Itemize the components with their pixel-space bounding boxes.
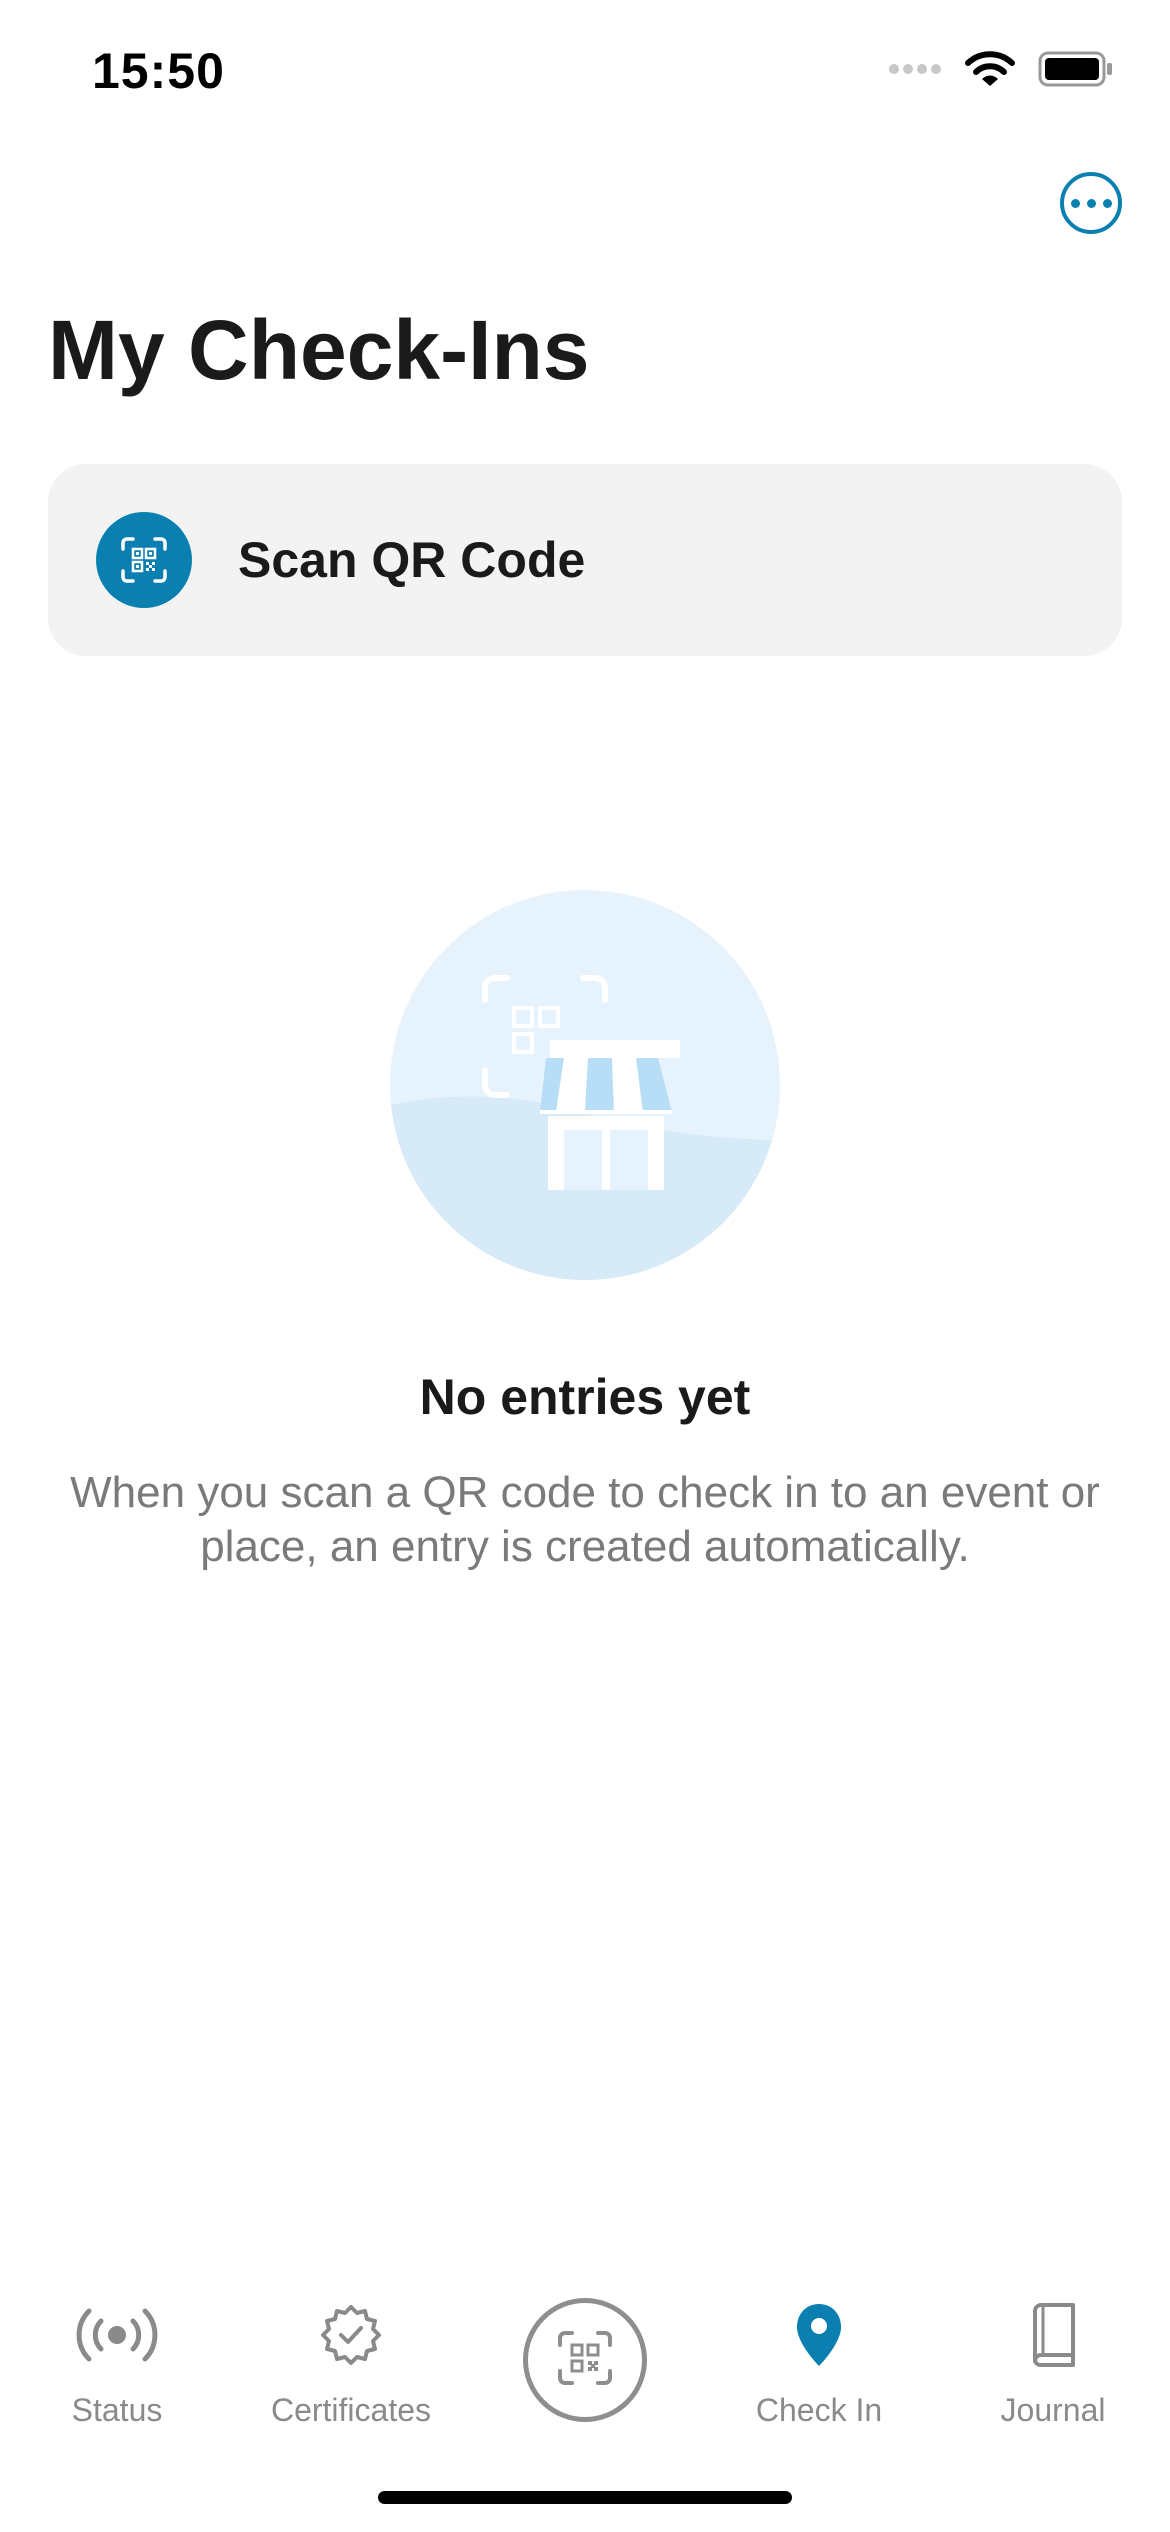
ellipsis-dot (1086, 198, 1096, 208)
battery-icon (1038, 51, 1114, 92)
tab-journal-label: Journal (1000, 2392, 1106, 2428)
tab-certificates-label: Certificates (270, 2392, 432, 2428)
tab-status-label: Status (71, 2392, 163, 2428)
scan-qr-code-label: Scan QR Code (238, 532, 586, 588)
broadcast-icon (75, 2300, 159, 2370)
check-ins-screen: 15:50 My Check-Ins Scan QR Code No entri… (0, 0, 1170, 2532)
empty-state-title: No entries yet (419, 1369, 751, 1425)
more-options-button[interactable] (1060, 172, 1122, 234)
qr-scan-icon (556, 2329, 614, 2392)
location-pin-icon (794, 2300, 844, 2370)
status-icons (888, 50, 1114, 93)
tab-check-in[interactable]: Check In (702, 2250, 936, 2450)
empty-state-description: When you scan a QR code to check in to a… (70, 1468, 1100, 1571)
tab-check-in-label: Check In (755, 2392, 883, 2428)
page-title: My Check-Ins (48, 303, 590, 397)
ellipsis-dot (1102, 198, 1112, 208)
certificate-badge-icon (319, 2300, 383, 2370)
status-time: 15:50 (92, 43, 225, 99)
qr-scan-icon (96, 512, 192, 608)
home-indicator (378, 2491, 792, 2504)
scan-qr-code-button[interactable]: Scan QR Code (48, 464, 1122, 656)
tab-status[interactable]: Status (0, 2250, 234, 2450)
book-icon (1027, 2300, 1079, 2370)
tab-journal[interactable]: Journal (936, 2250, 1170, 2450)
tab-certificates[interactable]: Certificates (234, 2250, 468, 2450)
ellipsis-circle-icon (1070, 198, 1080, 208)
storefront-qr-illustration (390, 890, 780, 1280)
cellular-signal-icon (888, 62, 942, 81)
tab-scan-button[interactable] (523, 2298, 647, 2422)
wifi-icon (964, 50, 1016, 93)
